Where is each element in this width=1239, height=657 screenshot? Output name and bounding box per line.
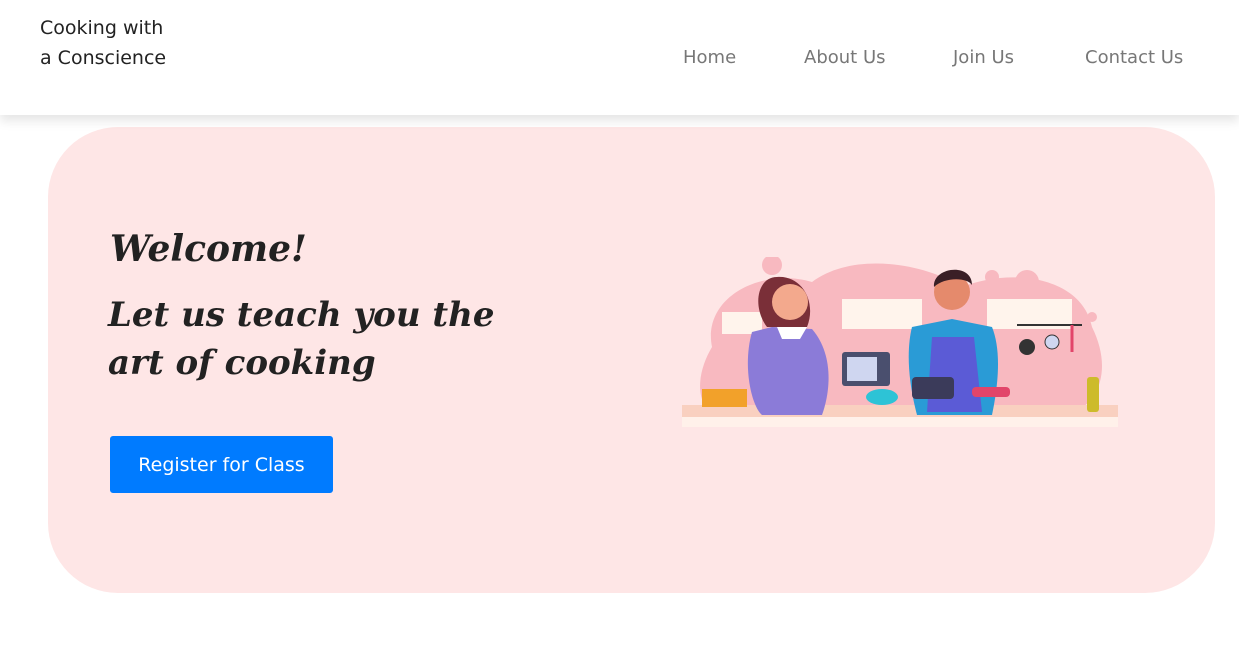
nav-link-about-us[interactable]: About Us [804,44,886,72]
hero-tagline: Let us teach you the art of cooking [108,295,495,383]
navbar: Cooking with a Conscience Home About Us … [0,0,1239,115]
nav-link-home[interactable]: Home [683,44,736,72]
nav-link-join-us[interactable]: Join Us [953,44,1014,72]
hero-welcome-heading: Welcome! [110,228,307,270]
nav-link-contact-us[interactable]: Contact Us [1085,44,1183,72]
nav-menu: Home About Us Join Us Contact Us [0,44,1239,72]
register-for-class-button[interactable]: Register for Class [110,436,333,493]
cooking-illustration-icon [682,255,1118,457]
hero-section: Welcome! Let us teach you the art of coo… [48,127,1215,593]
